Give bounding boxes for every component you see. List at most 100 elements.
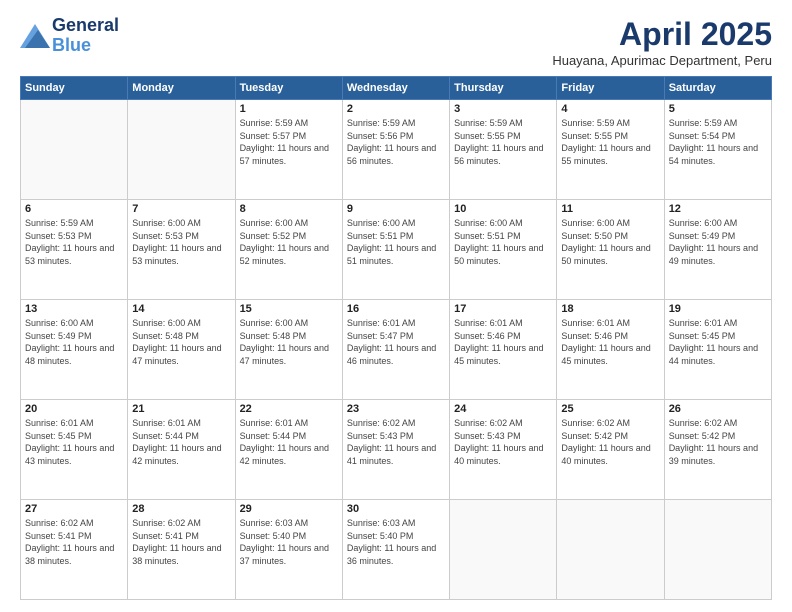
day-number: 20 bbox=[25, 403, 123, 415]
day-number: 10 bbox=[454, 203, 552, 215]
day-number: 17 bbox=[454, 303, 552, 315]
calendar-cell: 12 Sunrise: 6:00 AMSunset: 5:49 PMDayligh… bbox=[664, 200, 771, 300]
day-number: 26 bbox=[669, 403, 767, 415]
calendar-cell: 10 Sunrise: 6:00 AMSunset: 5:51 PMDayligh… bbox=[450, 200, 557, 300]
calendar-cell bbox=[21, 100, 128, 200]
cell-info: Sunrise: 6:02 AMSunset: 5:41 PMDaylight:… bbox=[132, 517, 230, 567]
cell-info: Sunrise: 5:59 AMSunset: 5:55 PMDaylight:… bbox=[454, 117, 552, 167]
logo-text: General Blue bbox=[52, 16, 119, 56]
cell-info: Sunrise: 6:03 AMSunset: 5:40 PMDaylight:… bbox=[347, 517, 445, 567]
calendar-cell bbox=[450, 500, 557, 600]
day-number: 13 bbox=[25, 303, 123, 315]
calendar-cell bbox=[128, 100, 235, 200]
calendar-cell: 14 Sunrise: 6:00 AMSunset: 5:48 PMDayligh… bbox=[128, 300, 235, 400]
day-number: 19 bbox=[669, 303, 767, 315]
cell-info: Sunrise: 6:00 AMSunset: 5:48 PMDaylight:… bbox=[240, 317, 338, 367]
calendar-week-1: 6 Sunrise: 5:59 AMSunset: 5:53 PMDaylight… bbox=[21, 200, 772, 300]
day-number: 14 bbox=[132, 303, 230, 315]
calendar-cell: 7Sunrise: 6:00 AMSunset: 5:53 PMDaylight… bbox=[128, 200, 235, 300]
day-number: 6 bbox=[25, 203, 123, 215]
calendar-cell: 23 Sunrise: 6:02 AMSunset: 5:43 PMDayligh… bbox=[342, 400, 449, 500]
day-number: 16 bbox=[347, 303, 445, 315]
day-number: 9 bbox=[347, 203, 445, 215]
calendar-header-friday: Friday bbox=[557, 77, 664, 100]
cell-info: Sunrise: 6:00 AMSunset: 5:52 PMDaylight:… bbox=[240, 217, 338, 267]
calendar-cell: 8 Sunrise: 6:00 AMSunset: 5:52 PMDaylight… bbox=[235, 200, 342, 300]
cell-info: Sunrise: 6:01 AMSunset: 5:47 PMDaylight:… bbox=[347, 317, 445, 367]
cell-info: Sunrise: 6:01 AMSunset: 5:44 PMDaylight:… bbox=[132, 417, 230, 467]
calendar-cell: 6 Sunrise: 5:59 AMSunset: 5:53 PMDaylight… bbox=[21, 200, 128, 300]
calendar-cell: 5 Sunrise: 5:59 AMSunset: 5:54 PMDaylight… bbox=[664, 100, 771, 200]
cell-info: Sunrise: 6:00 AMSunset: 5:51 PMDaylight:… bbox=[347, 217, 445, 267]
calendar-header-row: SundayMondayTuesdayWednesdayThursdayFrid… bbox=[21, 77, 772, 100]
page: General Blue April 2025 Huayana, Apurima… bbox=[0, 0, 792, 612]
calendar-header-sunday: Sunday bbox=[21, 77, 128, 100]
calendar-week-2: 13 Sunrise: 6:00 AMSunset: 5:49 PMDayligh… bbox=[21, 300, 772, 400]
calendar-cell: 25 Sunrise: 6:02 AMSunset: 5:42 PMDayligh… bbox=[557, 400, 664, 500]
calendar-cell: 3 Sunrise: 5:59 AMSunset: 5:55 PMDaylight… bbox=[450, 100, 557, 200]
header: General Blue April 2025 Huayana, Apurima… bbox=[20, 16, 772, 68]
day-number: 3 bbox=[454, 103, 552, 115]
day-number: 25 bbox=[561, 403, 659, 415]
calendar-cell: 30Sunrise: 6:03 AMSunset: 5:40 PMDayligh… bbox=[342, 500, 449, 600]
calendar-week-0: 1 Sunrise: 5:59 AMSunset: 5:57 PMDaylight… bbox=[21, 100, 772, 200]
day-number: 12 bbox=[669, 203, 767, 215]
cell-info: Sunrise: 6:00 AMSunset: 5:48 PMDaylight:… bbox=[132, 317, 230, 367]
cell-info: Sunrise: 6:00 AMSunset: 5:49 PMDaylight:… bbox=[669, 217, 767, 267]
cell-info: Sunrise: 6:02 AMSunset: 5:42 PMDaylight:… bbox=[669, 417, 767, 467]
calendar-cell: 16 Sunrise: 6:01 AMSunset: 5:47 PMDayligh… bbox=[342, 300, 449, 400]
cell-info: Sunrise: 5:59 AMSunset: 5:56 PMDaylight:… bbox=[347, 117, 445, 167]
day-number: 23 bbox=[347, 403, 445, 415]
day-number: 11 bbox=[561, 203, 659, 215]
cell-info: Sunrise: 5:59 AMSunset: 5:55 PMDaylight:… bbox=[561, 117, 659, 167]
day-number: 27 bbox=[25, 503, 123, 515]
calendar-week-4: 27 Sunrise: 6:02 AMSunset: 5:41 PMDayligh… bbox=[21, 500, 772, 600]
calendar-cell: 27 Sunrise: 6:02 AMSunset: 5:41 PMDayligh… bbox=[21, 500, 128, 600]
cell-info: Sunrise: 6:01 AMSunset: 5:46 PMDaylight:… bbox=[561, 317, 659, 367]
calendar-header-monday: Monday bbox=[128, 77, 235, 100]
cell-info: Sunrise: 5:59 AMSunset: 5:54 PMDaylight:… bbox=[669, 117, 767, 167]
location: Huayana, Apurimac Department, Peru bbox=[552, 53, 772, 68]
cell-info: Sunrise: 6:02 AMSunset: 5:41 PMDaylight:… bbox=[25, 517, 123, 567]
calendar-cell: 2Sunrise: 5:59 AMSunset: 5:56 PMDaylight… bbox=[342, 100, 449, 200]
day-number: 22 bbox=[240, 403, 338, 415]
cell-info: Sunrise: 6:00 AMSunset: 5:53 PMDaylight:… bbox=[132, 217, 230, 267]
day-number: 15 bbox=[240, 303, 338, 315]
cell-info: Sunrise: 6:02 AMSunset: 5:43 PMDaylight:… bbox=[347, 417, 445, 467]
calendar-header-saturday: Saturday bbox=[664, 77, 771, 100]
day-number: 1 bbox=[240, 103, 338, 115]
cell-info: Sunrise: 6:00 AMSunset: 5:49 PMDaylight:… bbox=[25, 317, 123, 367]
calendar-cell: 20 Sunrise: 6:01 AMSunset: 5:45 PMDayligh… bbox=[21, 400, 128, 500]
logo: General Blue bbox=[20, 16, 119, 56]
calendar-cell bbox=[664, 500, 771, 600]
cell-info: Sunrise: 5:59 AMSunset: 5:53 PMDaylight:… bbox=[25, 217, 123, 267]
calendar-cell: 24Sunrise: 6:02 AMSunset: 5:43 PMDayligh… bbox=[450, 400, 557, 500]
day-number: 4 bbox=[561, 103, 659, 115]
calendar-cell: 29Sunrise: 6:03 AMSunset: 5:40 PMDayligh… bbox=[235, 500, 342, 600]
cell-info: Sunrise: 5:59 AMSunset: 5:57 PMDaylight:… bbox=[240, 117, 338, 167]
calendar-week-3: 20 Sunrise: 6:01 AMSunset: 5:45 PMDayligh… bbox=[21, 400, 772, 500]
logo-icon bbox=[20, 24, 50, 48]
calendar-cell: 4 Sunrise: 5:59 AMSunset: 5:55 PMDaylight… bbox=[557, 100, 664, 200]
day-number: 8 bbox=[240, 203, 338, 215]
day-number: 28 bbox=[132, 503, 230, 515]
calendar-cell: 28 Sunrise: 6:02 AMSunset: 5:41 PMDayligh… bbox=[128, 500, 235, 600]
day-number: 5 bbox=[669, 103, 767, 115]
calendar-cell: 15 Sunrise: 6:00 AMSunset: 5:48 PMDayligh… bbox=[235, 300, 342, 400]
calendar-cell: 21Sunrise: 6:01 AMSunset: 5:44 PMDayligh… bbox=[128, 400, 235, 500]
cell-info: Sunrise: 6:01 AMSunset: 5:44 PMDaylight:… bbox=[240, 417, 338, 467]
cell-info: Sunrise: 6:01 AMSunset: 5:46 PMDaylight:… bbox=[454, 317, 552, 367]
cell-info: Sunrise: 6:00 AMSunset: 5:51 PMDaylight:… bbox=[454, 217, 552, 267]
cell-info: Sunrise: 6:01 AMSunset: 5:45 PMDaylight:… bbox=[25, 417, 123, 467]
cell-info: Sunrise: 6:02 AMSunset: 5:42 PMDaylight:… bbox=[561, 417, 659, 467]
cell-info: Sunrise: 6:01 AMSunset: 5:45 PMDaylight:… bbox=[669, 317, 767, 367]
calendar-header-tuesday: Tuesday bbox=[235, 77, 342, 100]
calendar-cell: 9 Sunrise: 6:00 AMSunset: 5:51 PMDaylight… bbox=[342, 200, 449, 300]
calendar-header-thursday: Thursday bbox=[450, 77, 557, 100]
calendar-cell: 17 Sunrise: 6:01 AMSunset: 5:46 PMDayligh… bbox=[450, 300, 557, 400]
calendar-cell: 19 Sunrise: 6:01 AMSunset: 5:45 PMDayligh… bbox=[664, 300, 771, 400]
calendar-cell: 22 Sunrise: 6:01 AMSunset: 5:44 PMDayligh… bbox=[235, 400, 342, 500]
calendar-cell: 13 Sunrise: 6:00 AMSunset: 5:49 PMDayligh… bbox=[21, 300, 128, 400]
calendar-header-wednesday: Wednesday bbox=[342, 77, 449, 100]
calendar-table: SundayMondayTuesdayWednesdayThursdayFrid… bbox=[20, 76, 772, 600]
